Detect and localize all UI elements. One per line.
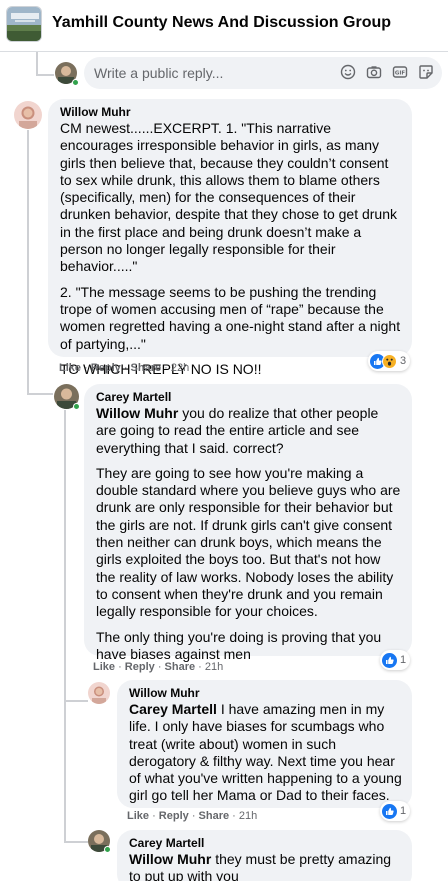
comment-author[interactable]: Carey Martell xyxy=(96,390,402,405)
comment-text: CM newest......EXCERPT. 1. "This narrati… xyxy=(60,120,402,378)
reply-button[interactable]: Reply xyxy=(91,362,121,374)
comment-paragraph: 2. "The message seems to be pushing the … xyxy=(60,283,401,352)
comment-actions: Like · Reply · Share · 21h xyxy=(93,661,224,673)
reply-input-placeholder: Write a public reply... xyxy=(94,65,224,81)
thread-line xyxy=(64,700,88,702)
avatar-willow-muhr[interactable] xyxy=(14,101,42,129)
share-button[interactable]: Share xyxy=(199,810,230,822)
thread-line xyxy=(64,410,66,700)
comment-bubble: Willow Muhr Carey Martell I have amazing… xyxy=(117,680,412,808)
reaction-count: 1 xyxy=(400,654,407,666)
thread-line xyxy=(27,130,29,380)
mention-link[interactable]: Willow Muhr xyxy=(129,851,211,867)
thread-line xyxy=(27,393,53,395)
like-button[interactable]: Like xyxy=(59,362,81,374)
comment-author[interactable]: Willow Muhr xyxy=(129,686,402,701)
comment-bubble: Willow Muhr CM newest......EXCERPT. 1. "… xyxy=(48,99,412,377)
reaction-count: 3 xyxy=(400,355,407,367)
comment-timestamp[interactable]: 21h xyxy=(239,810,257,822)
reply-button[interactable]: Reply xyxy=(125,661,155,673)
comment-actions: Like · Reply · Share · 22h xyxy=(59,362,190,374)
group-cover-thumbnail[interactable] xyxy=(6,6,42,42)
comment-paragraph: Carey Martell I have amazing men in my l… xyxy=(129,701,402,805)
like-button[interactable]: Like xyxy=(127,810,149,822)
online-indicator xyxy=(73,403,80,410)
comment-bubble: Carey Martell Willow Muhr you do realize… xyxy=(84,384,412,662)
reaction-summary[interactable]: 1 xyxy=(380,801,411,821)
reaction-count: 1 xyxy=(400,805,407,817)
comment-paragraph: CM newest......EXCERPT. 1. "This narrati… xyxy=(60,120,398,275)
gif-icon[interactable]: GIF xyxy=(392,64,408,80)
thread-line xyxy=(64,841,88,843)
group-title[interactable]: Yamhill County News And Discussion Group xyxy=(52,14,391,32)
emoji-icon[interactable] xyxy=(340,64,356,80)
comment-author[interactable]: Willow Muhr xyxy=(60,105,402,120)
comment-paragraph: Willow Muhr you do realize that other pe… xyxy=(96,405,402,457)
comment-paragraph: Willow Muhr they must be pretty amazing … xyxy=(129,851,402,881)
comment-timestamp[interactable]: 21h xyxy=(205,661,223,673)
like-button[interactable]: Like xyxy=(93,661,115,673)
comment-paragraph: The only thing you're doing is proving t… xyxy=(96,628,382,662)
comment-timestamp[interactable]: 22h xyxy=(171,362,189,374)
group-header: Yamhill County News And Discussion Group xyxy=(0,0,448,52)
reply-button[interactable]: Reply xyxy=(159,810,189,822)
sticker-icon[interactable] xyxy=(418,64,434,80)
reaction-summary[interactable]: 1 xyxy=(380,650,411,670)
like-reaction-icon xyxy=(382,652,397,668)
comment-paragraph: They are going to see how you're making … xyxy=(96,464,401,620)
comment-author[interactable]: Carey Martell xyxy=(129,836,402,851)
thread-line xyxy=(36,52,38,74)
svg-text:GIF: GIF xyxy=(395,71,406,77)
like-reaction-icon xyxy=(382,803,397,819)
mention-link[interactable]: Willow Muhr xyxy=(96,405,178,421)
thread-line xyxy=(36,74,54,76)
avatar-willow-muhr[interactable] xyxy=(88,682,110,704)
wow-reaction-icon xyxy=(382,353,397,369)
comment-text: Willow Muhr they must be pretty amazing … xyxy=(129,851,402,881)
comment-bubble: Carey Martell Willow Muhr they must be p… xyxy=(117,830,412,881)
comment-text: Willow Muhr you do realize that other pe… xyxy=(96,405,402,663)
thread-line xyxy=(27,380,29,394)
comment-actions: Like · Reply · Share · 21h xyxy=(127,810,258,822)
comment-text: Carey Martell I have amazing men in my l… xyxy=(129,701,402,805)
reply-composer[interactable]: Write a public reply... GIF xyxy=(84,57,442,89)
share-button[interactable]: Share xyxy=(131,362,162,374)
online-indicator xyxy=(72,79,79,86)
mention-link[interactable]: Carey Martell xyxy=(129,701,217,717)
share-button[interactable]: Share xyxy=(165,661,196,673)
thread-line xyxy=(64,702,66,842)
reaction-summary[interactable]: 3 xyxy=(368,351,411,371)
online-indicator xyxy=(104,846,111,853)
camera-icon[interactable] xyxy=(366,64,382,80)
